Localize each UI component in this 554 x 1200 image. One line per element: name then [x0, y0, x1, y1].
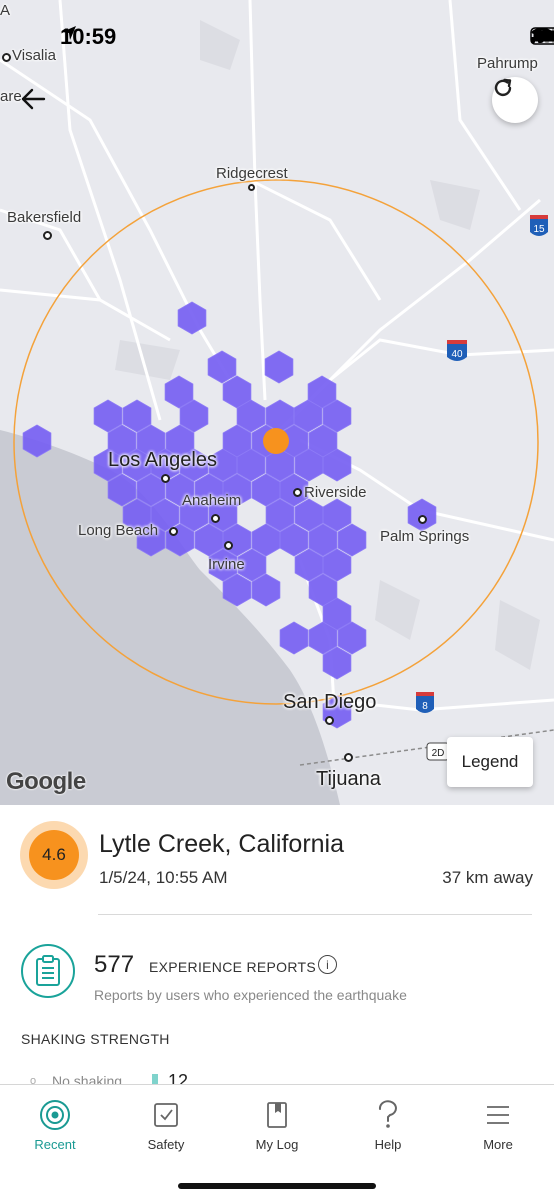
report-label: EXPERIENCE REPORTS [149, 959, 316, 975]
magnitude-badge: 4.6 [20, 821, 88, 889]
tab-label: My Log [255, 1137, 299, 1152]
city-label-ridgecrest: Ridgecrest [216, 165, 288, 182]
city-label-tijuana: Tijuana [316, 768, 381, 790]
shaking-hex [264, 350, 294, 384]
city-label-riverside: Riverside [304, 484, 367, 501]
refresh-icon [494, 78, 512, 97]
city-dot-riverside [293, 488, 302, 497]
shaking-hex [279, 621, 309, 655]
shaking-hex [337, 523, 367, 557]
terrain [495, 600, 540, 670]
city-dot-bakersfield [43, 231, 52, 240]
city-dot-tijuana [344, 753, 353, 762]
city-dot-los-angeles [161, 474, 170, 483]
map-view[interactable]: 15 40 8 2D A Visalia are Pahrump Ridgecr… [0, 0, 554, 805]
city-label-irvine: Irvine [208, 556, 245, 573]
city-label-san-diego: San Diego [283, 691, 377, 713]
tab-label: Recent [34, 1137, 76, 1152]
svg-text:2D: 2D [432, 748, 445, 759]
shaking-hex [177, 301, 207, 335]
battery-icon [530, 27, 554, 45]
google-attribution: Google [6, 768, 86, 795]
tab-safety[interactable]: Safety [121, 1099, 211, 1152]
info-icon[interactable]: i [318, 955, 337, 974]
city-dot-visalia [2, 53, 11, 62]
map-canvas[interactable]: 15 40 8 2D [0, 0, 554, 805]
location-arrow-icon [62, 26, 76, 40]
home-indicator [178, 1183, 376, 1189]
svg-text:8: 8 [422, 701, 428, 712]
report-description: Reports by users who experienced the ear… [94, 987, 407, 1003]
back-button[interactable] [20, 88, 56, 124]
edge-label-a: A [0, 2, 11, 19]
city-label-palm-springs: Palm Springs [380, 528, 470, 545]
city-label-anaheim: Anaheim [182, 492, 242, 509]
tab-more[interactable]: More [453, 1099, 543, 1152]
clipboard-icon [21, 944, 75, 998]
highway-shield-2d: 2D [426, 742, 450, 761]
highway-shield-i8: 8 [416, 692, 434, 713]
svg-text:40: 40 [451, 349, 463, 360]
tab-my-log[interactable]: My Log [232, 1099, 322, 1152]
target-icon [40, 1100, 70, 1130]
earthquake-location: Lytle Creek, California [99, 830, 345, 858]
tab-label: More [483, 1137, 513, 1152]
arrow-left-icon [21, 88, 46, 110]
shaking-strength-title: SHAKING STRENGTH [21, 1031, 170, 1047]
refresh-button[interactable] [492, 77, 538, 123]
earthquake-datetime: 1/5/24, 10:55 AM [99, 868, 228, 887]
tab-recent[interactable]: Recent [10, 1099, 100, 1152]
city-dot-anaheim [211, 514, 220, 523]
city-label-visalia: Visalia [12, 47, 56, 64]
status-time: 10:59 [60, 24, 117, 49]
report-count: 577 [94, 951, 135, 978]
terrain [430, 180, 480, 230]
legend-button[interactable]: Legend [447, 737, 533, 787]
book-icon [267, 1102, 287, 1128]
highway-shield-i40: 40 [447, 340, 467, 361]
terrain [375, 580, 420, 640]
city-label-long-beach: Long Beach [78, 522, 159, 539]
question-icon [378, 1100, 397, 1128]
tab-help[interactable]: Help [343, 1099, 433, 1152]
city-dot-ridgecrest [248, 184, 255, 191]
tab-label: Safety [147, 1137, 185, 1152]
divider [98, 914, 532, 915]
terrain [200, 20, 240, 70]
city-label-pahrump: Pahrump [477, 55, 538, 72]
city-dot-palm-springs [418, 515, 427, 524]
magnitude-value: 4.6 [29, 830, 79, 880]
earthquake-distance: 37 km away [442, 868, 533, 887]
tab-label: Help [374, 1137, 402, 1152]
shaking-hex [207, 350, 237, 384]
menu-icon [487, 1106, 509, 1124]
city-label-bakersfield: Bakersfield [7, 209, 82, 226]
city-label-los-angeles: Los Angeles [108, 449, 217, 471]
checkbox-icon [154, 1103, 178, 1127]
svg-text:15: 15 [533, 224, 545, 235]
highway-shield-i15: 15 [530, 215, 548, 236]
city-dot-san-diego [325, 716, 334, 725]
edge-label-are: are [0, 88, 22, 105]
city-dot-irvine [224, 541, 233, 550]
epicenter-marker[interactable] [263, 428, 289, 454]
city-dot-long-beach [169, 527, 178, 536]
